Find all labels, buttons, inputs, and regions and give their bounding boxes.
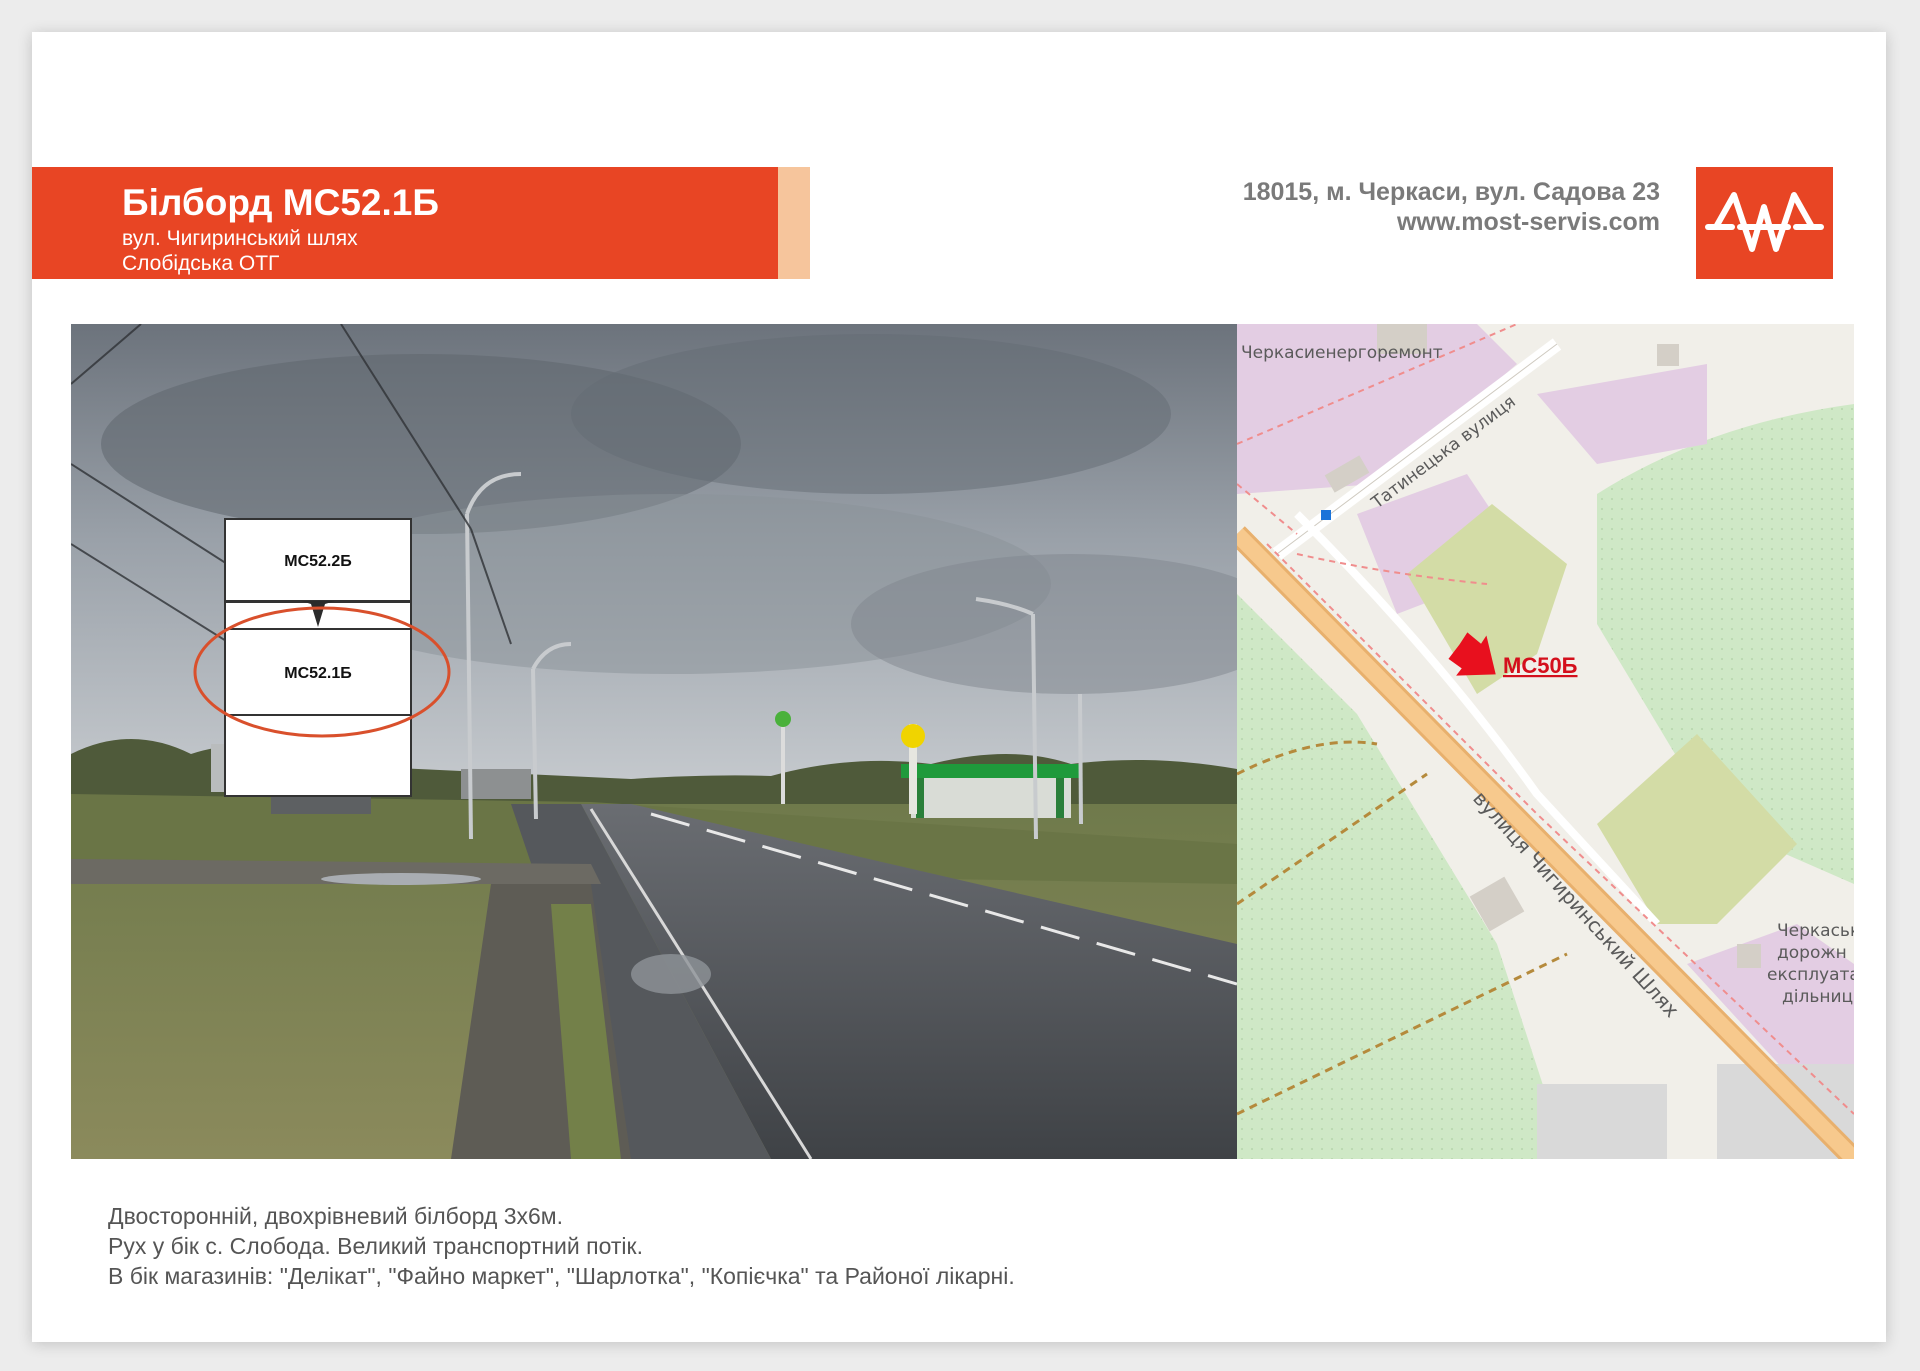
company-address: 18015, м. Черкаси, вул. Садова 23 [1242, 178, 1660, 206]
location-map[interactable]: Черкасиенергоремонт Татинецька вулиця ву… [1237, 324, 1854, 1159]
description-line-2: Рух у бік с. Слобода. Великий транспортн… [108, 1233, 643, 1259]
description-line-1: Двосторонній, двохрівневий білборд 3х6м. [108, 1203, 563, 1229]
billboard-lower-face-label: МС52.1Б [284, 665, 352, 682]
billboard-title: Білборд МС52.1Б [122, 182, 439, 223]
map-label-org-right-3: експлуата [1767, 965, 1854, 985]
description-line-3: В бік магазинів: "Делікат", "Файно марке… [108, 1263, 1015, 1289]
most-servis-logo-icon [1696, 167, 1833, 279]
title-bar-accent [778, 167, 810, 279]
company-website[interactable]: www.most-servis.com [1397, 208, 1660, 237]
map-label-org-right-2: дорожн [1777, 943, 1847, 963]
billboard-photo: МС52.2Б МС52.2Б МС52.1Б [71, 324, 1237, 1159]
billboard-community: Слобідська ОТГ [122, 252, 280, 275]
map-label-org-right-1: Черкаськ [1777, 921, 1854, 941]
map-marker-label[interactable]: МС50Б [1503, 653, 1578, 678]
billboard-street: вул. Чигиринський шлях [122, 227, 358, 250]
map-label-org-right-4: дільниц [1782, 987, 1853, 1007]
billboard-upper-face-label: МС52.2Б [284, 553, 352, 570]
map-label-org-top: Черкасиенергоремонт [1241, 343, 1443, 363]
